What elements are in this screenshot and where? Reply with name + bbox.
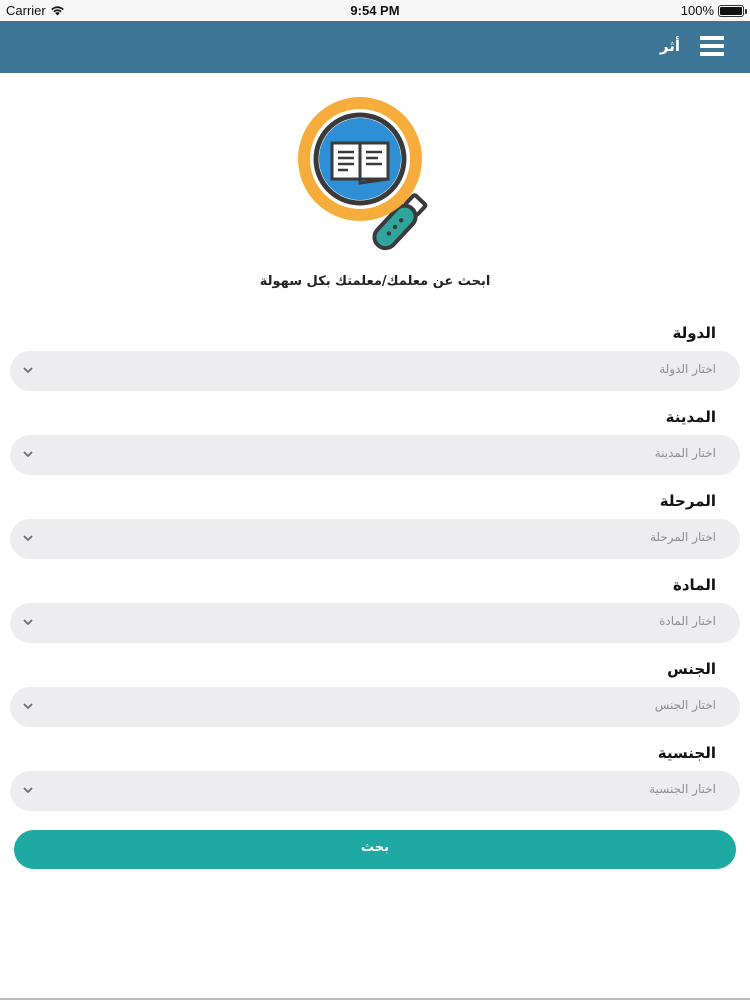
chevron-down-icon — [23, 787, 33, 794]
chevron-down-icon — [23, 619, 33, 626]
battery-icon — [718, 4, 747, 17]
nationality-placeholder: اختار الجنسية — [649, 782, 716, 796]
city-select[interactable]: اختار المدينة — [10, 435, 740, 475]
magnifier-book-icon — [298, 97, 428, 251]
country-label: الدولة — [672, 324, 717, 342]
nationality-select[interactable]: اختار الجنسية — [10, 771, 740, 811]
chevron-down-icon — [23, 367, 33, 374]
status-right: 100% — [680, 3, 747, 18]
country-select[interactable]: اختار الدولة — [10, 351, 740, 391]
battery-fill — [720, 6, 742, 15]
chevron-down-icon — [23, 535, 33, 542]
country-placeholder: اختار الدولة — [659, 362, 716, 376]
search-button[interactable]: بحث — [14, 830, 736, 869]
subject-select[interactable]: اختار المادة — [10, 603, 740, 643]
chevron-down-icon — [23, 451, 33, 458]
app-title: أثر — [659, 37, 680, 55]
subject-placeholder: اختار المادة — [659, 614, 716, 628]
status-time: 9:54 PM — [350, 3, 400, 18]
gender-select[interactable]: اختار الجنس — [10, 687, 740, 727]
nav-bar: أثر — [0, 21, 750, 73]
chevron-down-icon — [23, 703, 33, 710]
gender-label: الجنس — [667, 660, 716, 678]
battery-percent: 100% — [680, 3, 714, 18]
stage-select[interactable]: اختار المرحلة — [10, 519, 740, 559]
city-label: المدينة — [665, 408, 716, 426]
stage-label: المرحلة — [659, 492, 716, 510]
nationality-label: الجنسية — [657, 744, 716, 762]
search-button-label: بحث — [360, 840, 389, 855]
subject-label: المادة — [672, 576, 716, 594]
hamburger-menu-icon[interactable] — [700, 35, 724, 57]
city-placeholder: اختار المدينة — [654, 446, 716, 460]
stage-placeholder: اختار المرحلة — [649, 530, 716, 544]
gender-placeholder: اختار الجنس — [654, 698, 716, 712]
tagline: ابحث عن معلمك/معلمتك بكل سهولة — [259, 274, 491, 289]
status-bar: Carrier 9:54 PM 100% — [0, 0, 750, 21]
